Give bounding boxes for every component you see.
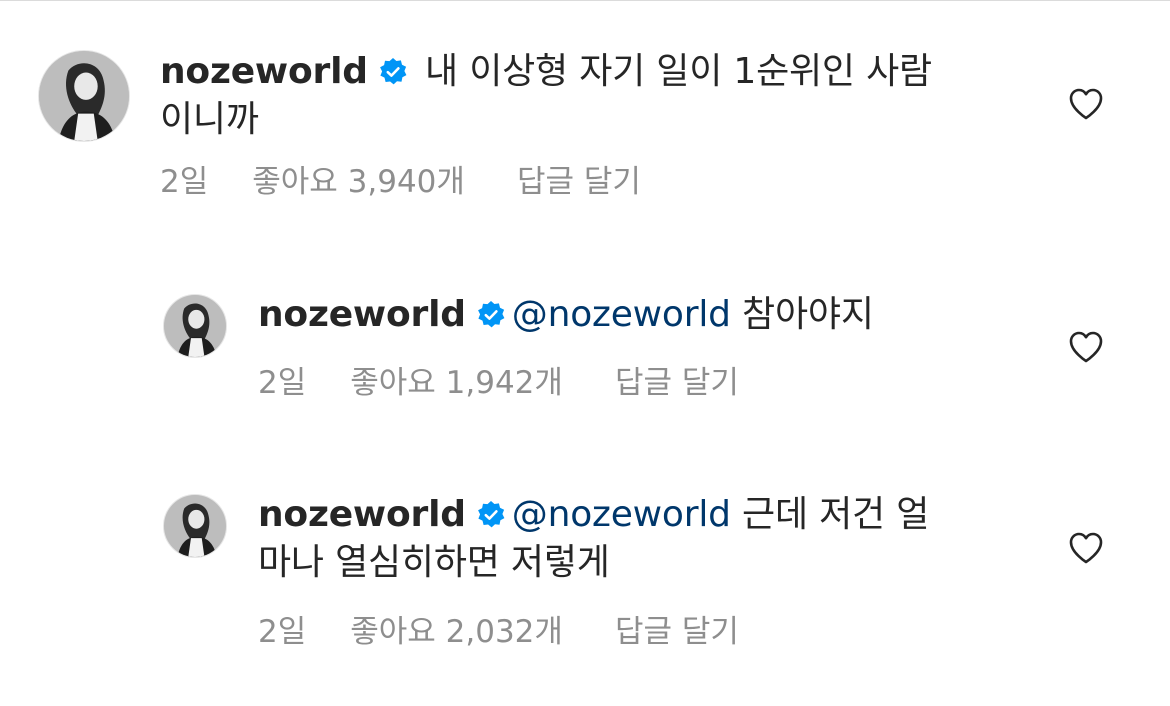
- verified-badge-icon: [378, 57, 408, 87]
- like-count-button[interactable]: 좋아요 3,940개: [252, 162, 465, 202]
- comment-time: 2일: [258, 614, 307, 650]
- username[interactable]: nozeworld: [160, 51, 368, 92]
- mention-link[interactable]: @nozeworld: [512, 294, 731, 335]
- like-count-button[interactable]: 좋아요 2,032개: [350, 612, 563, 652]
- verified-badge-icon: [476, 300, 506, 330]
- reply-button[interactable]: 답글 달기: [517, 162, 641, 202]
- reply-button[interactable]: 답글 달기: [615, 612, 739, 652]
- avatar[interactable]: [163, 294, 227, 358]
- heart-outline-icon[interactable]: [1068, 87, 1104, 121]
- profile-photo: [39, 51, 129, 141]
- username[interactable]: nozeworld: [258, 294, 466, 335]
- heart-outline-icon[interactable]: [1068, 531, 1104, 565]
- mention-link[interactable]: @nozeworld: [512, 494, 731, 535]
- heart-outline-icon[interactable]: [1068, 330, 1104, 364]
- comment-time: 2일: [258, 365, 307, 401]
- comment-text: 근데 저건 얼: [730, 494, 930, 535]
- verified-badge-icon: [476, 500, 506, 530]
- comment-text: 내 이상형 자기 일이 1순위인 사람: [413, 51, 932, 92]
- comment-text: 참아야지: [730, 294, 874, 335]
- username[interactable]: nozeworld: [258, 494, 466, 535]
- avatar[interactable]: [38, 50, 130, 142]
- comment-time: 2일: [160, 164, 209, 200]
- profile-photo: [164, 495, 226, 557]
- comment-text-continued: 마나 열심히하면 저렇게: [258, 542, 610, 583]
- top-divider: [0, 0, 1170, 1]
- profile-photo: [164, 295, 226, 357]
- like-count-button[interactable]: 좋아요 1,942개: [350, 363, 563, 403]
- avatar[interactable]: [163, 494, 227, 558]
- reply-button[interactable]: 답글 달기: [615, 363, 739, 403]
- comment-text-continued: 이니까: [160, 99, 259, 140]
